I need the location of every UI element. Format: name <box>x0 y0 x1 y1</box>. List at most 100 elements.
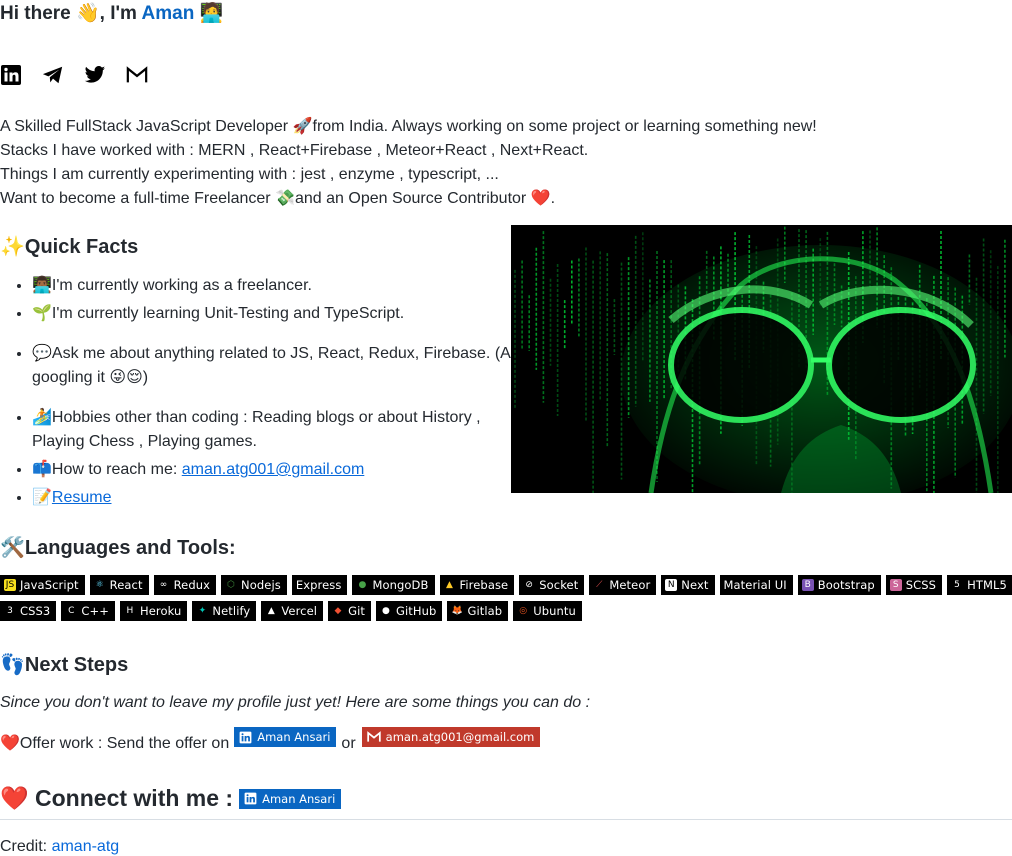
badge-express[interactable]: Express <box>291 575 348 595</box>
bio-line: A Skilled FullStack JavaScript Developer… <box>0 118 817 135</box>
credit-label: Credit: <box>0 838 52 855</box>
badge-label: SCSS <box>905 578 937 592</box>
badge-label: Gitlab <box>467 604 503 618</box>
credit-link[interactable]: aman-atg <box>52 838 120 855</box>
badge-label: CSS3 <box>20 604 51 618</box>
badge-label: Firebase <box>459 578 509 592</box>
list-item: 📝Resume <box>32 486 537 510</box>
badge-label: Vercel <box>281 604 318 618</box>
badge-html5[interactable]: 5 HTML5 <box>947 575 1012 595</box>
badge-logo-icon: B <box>801 579 814 591</box>
resume-emoji: 📝 <box>32 489 52 506</box>
badge-logo-icon: JS <box>4 579 16 591</box>
badge-logo-icon: ⊘ <box>525 580 534 590</box>
badge-logo-icon: ∞ <box>159 580 168 590</box>
badge-material-ui[interactable]: Material UI <box>719 575 793 595</box>
gmail-badge[interactable]: aman.atg001@gmail.com <box>361 727 541 747</box>
badge-label: Material UI <box>723 578 787 592</box>
connect-label: ❤️ Connect with me : <box>0 785 234 811</box>
linkedin-icon <box>244 792 257 805</box>
connect-heading: ❤️ Connect with me : Aman Ansari <box>0 785 342 812</box>
tools-badges: JS JavaScript ⚛ React ∞ Redux ⬡ Nodejs Express ● M… <box>0 575 1012 627</box>
badge-logo-icon: H <box>126 606 134 616</box>
resume-link[interactable]: Resume <box>52 489 112 506</box>
badge-label: HTML5 <box>967 578 1007 592</box>
badge-scss[interactable]: S SCSS <box>885 575 943 595</box>
badge-logo-icon: ● <box>358 580 367 590</box>
list-item: 📫How to reach me: aman.atg001@gmail.com <box>32 458 537 482</box>
next-steps-intro: Since you don't want to leave my profile… <box>0 694 591 711</box>
badge-mongodb[interactable]: ● MongoDB <box>352 575 435 595</box>
email-link[interactable]: aman.atg001@gmail.com <box>182 461 365 478</box>
badge-vercel[interactable]: ▲ Vercel <box>261 601 324 621</box>
badge-logo-icon: ● <box>382 606 390 616</box>
linkedin-badge-label: Aman Ansari <box>257 730 331 744</box>
badge-logo-icon: ⚛ <box>95 580 104 590</box>
badge-row: JS JavaScript ⚛ React ∞ Redux ⬡ Nodejs Express ● M… <box>0 575 1012 595</box>
badge-label: Express <box>295 578 342 592</box>
name-highlight: Aman <box>141 3 195 24</box>
badge-firebase[interactable]: ▲ Firebase <box>439 575 515 595</box>
badge-netlify[interactable]: ✦ Netlify <box>192 601 257 621</box>
gmail-badge-label: aman.atg001@gmail.com <box>385 730 535 744</box>
badge-label: Redux <box>173 578 211 592</box>
bio-line: Want to become a full-time Freelancer 💸a… <box>0 190 556 207</box>
badge-heroku[interactable]: H Heroku <box>119 601 188 621</box>
badge-meteor[interactable]: ⟋ Meteor <box>589 575 657 595</box>
badge-github[interactable]: ● GitHub <box>375 601 443 621</box>
badge-logo-icon: ◆ <box>334 606 342 616</box>
badge-logo-icon: C <box>68 606 75 616</box>
badge-logo-icon: ◎ <box>519 606 528 616</box>
badge-logo-icon: ▲ <box>445 580 454 590</box>
badge-logo-icon: ✦ <box>198 606 207 616</box>
list-item: 🌱I'm currently learning Unit-Testing and… <box>32 302 537 326</box>
linkedin-badge[interactable]: Aman Ansari <box>239 788 342 809</box>
linkedin-badge[interactable]: Aman Ansari <box>234 727 337 747</box>
matrix-gif-image <box>511 225 1012 493</box>
badge-react[interactable]: ⚛ React <box>89 575 149 595</box>
badge-socket[interactable]: ⊘ Socket <box>519 575 585 595</box>
bio-line: Stacks I have worked with : MERN , React… <box>0 142 589 159</box>
credit-line: Credit: aman-atg <box>0 838 119 856</box>
twitter-icon[interactable] <box>84 64 106 86</box>
badge-label: C++ <box>81 604 109 618</box>
badge-next[interactable]: N Next <box>661 575 715 595</box>
social-links <box>0 64 148 86</box>
list-item: 💬Ask me about anything related to JS, Re… <box>32 342 537 390</box>
bio-line: Things I am currently experimenting with… <box>0 166 499 183</box>
badge-label: Meteor <box>609 578 651 592</box>
badge-label: Heroku <box>139 604 182 618</box>
badge-redux[interactable]: ∞ Redux <box>153 575 217 595</box>
badge-label: JavaScript <box>20 578 79 592</box>
quick-facts-heading: ✨Quick Facts <box>0 236 139 258</box>
badge-label: Netlify <box>212 604 251 618</box>
badge-logo-icon: ⟋ <box>596 580 603 590</box>
badge-label: Git <box>348 604 365 618</box>
page-title: Hi there 👋, I'm Aman 🧑‍💻 <box>0 1 223 25</box>
badge-logo-icon: ▲ <box>267 606 275 616</box>
linkedin-icon <box>239 731 252 744</box>
badge-label: Nodejs <box>241 578 281 592</box>
coder-emoji: 🧑‍💻 <box>199 3 224 24</box>
badge-label: MongoDB <box>372 578 429 592</box>
badge-c-[interactable]: C C++ <box>61 601 115 621</box>
badge-git[interactable]: ◆ Git <box>328 601 371 621</box>
badge-logo-icon: ⬡ <box>227 580 236 590</box>
offer-label: ❤️Offer work : Send the offer on <box>0 735 230 752</box>
badge-label: GitHub <box>395 604 437 618</box>
badge-label: Next <box>681 578 709 592</box>
badge-css3[interactable]: 3 CSS3 <box>0 601 57 621</box>
badge-logo-icon: 3 <box>7 606 13 616</box>
linkedin-icon[interactable] <box>0 64 22 86</box>
gmail-icon[interactable] <box>126 64 148 86</box>
badge-bootstrap[interactable]: B Bootstrap <box>797 575 881 595</box>
badge-logo-icon: 5 <box>954 580 960 590</box>
badge-gitlab[interactable]: 🦊 Gitlab <box>447 601 509 621</box>
gmail-icon <box>366 731 381 743</box>
telegram-icon[interactable] <box>42 64 64 86</box>
greeting-text: Hi there 👋, I'm <box>0 3 137 24</box>
badge-ubuntu[interactable]: ◎ Ubuntu <box>513 601 582 621</box>
badge-label: React <box>109 578 143 592</box>
badge-javascript[interactable]: JS JavaScript <box>0 575 85 595</box>
badge-nodejs[interactable]: ⬡ Nodejs <box>221 575 287 595</box>
